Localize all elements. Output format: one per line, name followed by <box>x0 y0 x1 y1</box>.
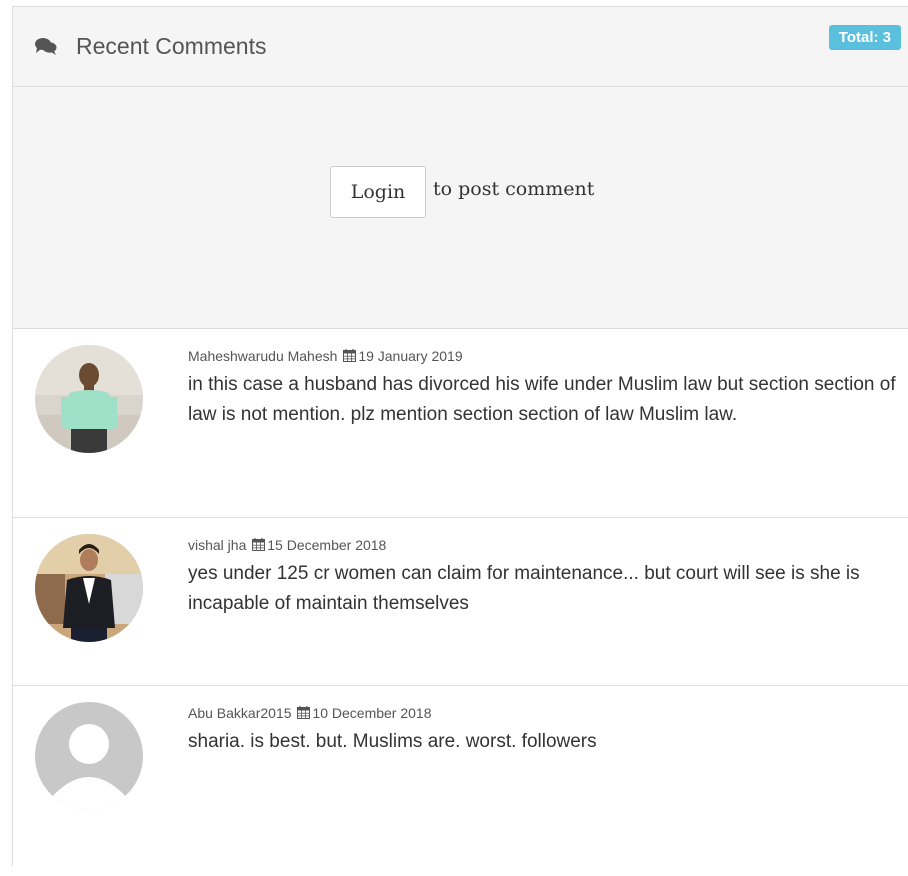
comment-meta: Maheshwarudu Mahesh 19 January 2019 <box>188 347 463 365</box>
comment-date: 10 December 2018 <box>312 705 432 721</box>
login-button[interactable]: Login <box>330 166 426 218</box>
avatar[interactable] <box>35 345 143 453</box>
default-avatar-icon[interactable] <box>35 702 143 810</box>
comment-text: yes under 125 cr women can claim for mai… <box>188 563 860 614</box>
calendar-icon <box>297 705 311 719</box>
comment-text: in this case a husband has divorced his … <box>188 374 896 425</box>
login-prompt-area: Login to post comment <box>13 87 908 329</box>
comment-meta: Abu Bakkar2015 10 December 2018 <box>188 704 432 722</box>
comment-item: vishal jha 15 December 2018 yes under 12… <box>13 518 908 686</box>
comment-item: Maheshwarudu Mahesh 19 January 2019 in t… <box>13 329 908 518</box>
panel-title: Recent Comments <box>76 33 267 59</box>
calendar-icon <box>252 537 266 551</box>
comment-meta: vishal jha 15 December 2018 <box>188 536 386 554</box>
comment-date: 19 January 2019 <box>358 348 463 364</box>
recent-comments-panel: Recent Comments Total: 3 Login to post c… <box>12 6 908 876</box>
comments-icon <box>35 37 57 55</box>
total-count-badge: Total: 3 <box>828 25 901 50</box>
comment-author[interactable]: vishal jha <box>188 537 246 553</box>
panel-heading: Recent Comments Total: 3 <box>13 7 908 87</box>
comment-item: Abu Bakkar2015 10 December 2018 sharia. … <box>13 686 908 876</box>
calendar-icon <box>343 348 357 362</box>
comment-author[interactable]: Abu Bakkar2015 <box>188 705 292 721</box>
comment-author[interactable]: Maheshwarudu Mahesh <box>188 348 337 364</box>
comment-text: sharia. is best. but. Muslims are. worst… <box>188 731 597 752</box>
comment-date: 15 December 2018 <box>267 537 387 553</box>
login-prompt-text: to post comment <box>433 178 595 200</box>
avatar[interactable] <box>35 534 143 642</box>
